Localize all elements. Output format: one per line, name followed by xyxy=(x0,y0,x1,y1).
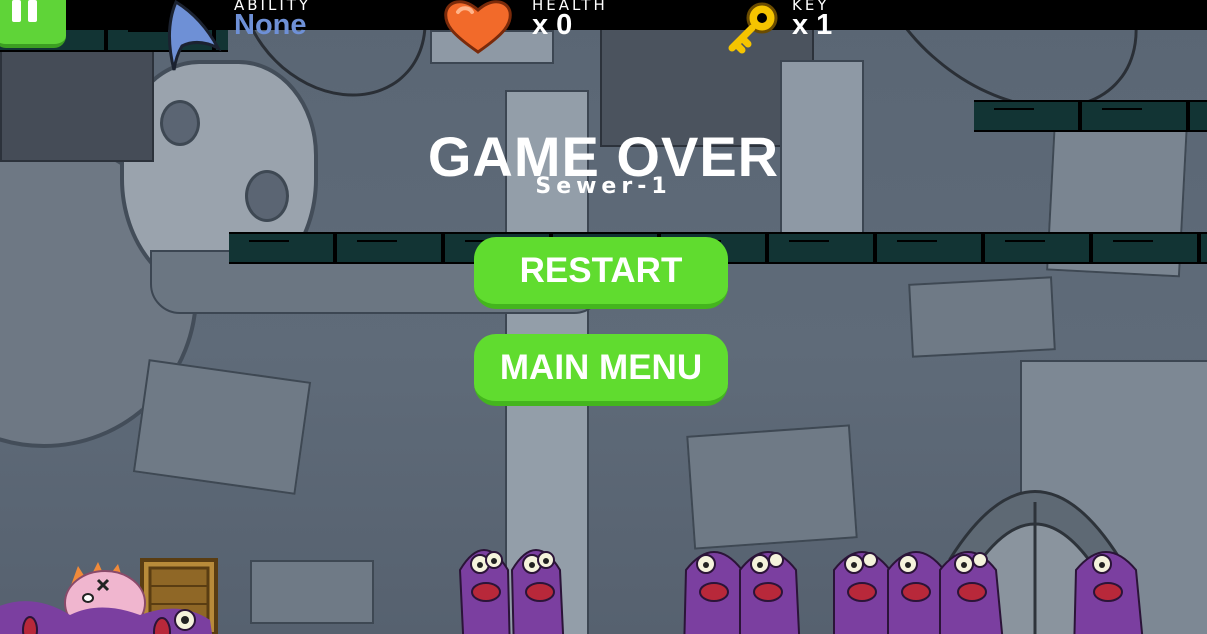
brick xyxy=(250,560,374,624)
purple-monster-group xyxy=(683,551,1004,634)
purple-monster xyxy=(0,601,213,634)
hud-bar: ABILITY None HEALTH x 0 KEY x 1 xyxy=(0,0,1207,71)
main-menu-button[interactable]: MAIN MENU xyxy=(474,334,728,406)
pause-button[interactable] xyxy=(0,0,66,48)
game-scene xyxy=(0,0,1207,634)
restart-button[interactable]: RESTART xyxy=(474,237,728,309)
brick xyxy=(908,276,1056,358)
ability-value: None xyxy=(234,9,307,41)
pause-icon xyxy=(28,0,37,22)
shark-fin-icon xyxy=(167,0,222,71)
heart-icon xyxy=(444,0,512,54)
purple-monster xyxy=(458,549,565,634)
level-name: Sewer-1 xyxy=(535,174,672,199)
key-value: x 1 xyxy=(792,9,833,41)
brick xyxy=(132,359,312,495)
key-icon xyxy=(728,2,778,54)
pause-icon xyxy=(12,0,21,22)
purple-monster xyxy=(1073,551,1144,634)
health-value: x 0 xyxy=(532,9,573,41)
